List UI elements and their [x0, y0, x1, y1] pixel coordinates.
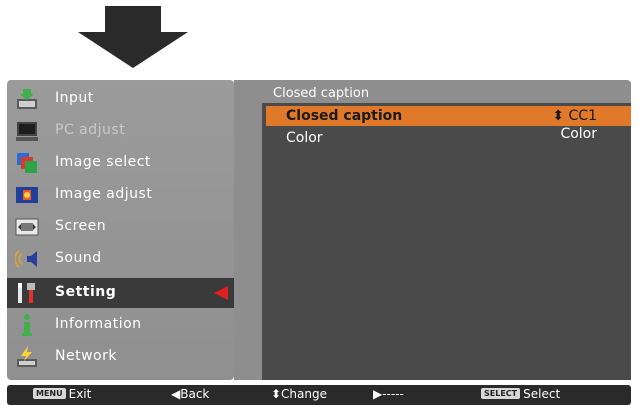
pc-adjust-icon: [16, 122, 38, 141]
menu-item-label: Sound: [55, 250, 102, 266]
menu-item-setting[interactable]: Setting: [7, 278, 234, 308]
color-label: Color: [286, 130, 323, 146]
closed-caption-row[interactable]: Closed caption ⬍ CC1: [266, 106, 631, 126]
closed-caption-value[interactable]: ⬍ CC1: [552, 108, 597, 124]
menu-item-input[interactable]: Input: [7, 84, 234, 114]
menu-item-label: Information: [55, 316, 142, 332]
up-down-arrow-icon: ⬍: [552, 108, 565, 124]
information-icon: [22, 314, 32, 336]
menu-item-label: Screen: [55, 218, 107, 234]
back-hint[interactable]: ◀Back: [171, 387, 209, 401]
menu-item-label: Image adjust: [55, 186, 153, 202]
closed-caption-label: Closed caption: [286, 108, 403, 124]
status-bar: MENU Exit ◀Back ⬍Change ▶----- SELECT Sele…: [7, 385, 631, 405]
down-arrow-icon: [78, 6, 188, 68]
selected-indicator-icon: [214, 286, 228, 300]
menu-item-label: PC adjust: [55, 122, 126, 138]
menu-item-pc-adjust[interactable]: PC adjust: [7, 116, 234, 146]
main-menu: Input PC adjust Image select Image adjus…: [7, 80, 234, 380]
image-select-icon: [17, 153, 37, 173]
next-hint: ▶-----: [373, 387, 404, 401]
color-value: Color: [560, 126, 597, 142]
color-row[interactable]: Color Color: [266, 126, 631, 148]
menu-item-information[interactable]: Information: [7, 310, 234, 340]
select-hint[interactable]: SELECT Select: [481, 387, 560, 401]
menu-key-icon: MENU: [33, 388, 66, 399]
setting-icon: [18, 283, 35, 303]
screen-icon: [15, 218, 39, 236]
menu-item-sound[interactable]: Sound: [7, 244, 234, 274]
sound-icon: [15, 250, 37, 268]
menu-item-label: Image select: [55, 154, 151, 170]
menu-item-image-select[interactable]: Image select: [7, 148, 234, 178]
menu-item-label: Setting: [55, 284, 117, 300]
network-icon: [17, 346, 37, 367]
menu-item-image-adjust[interactable]: Image adjust: [7, 180, 234, 210]
menu-item-label: Input: [55, 90, 94, 106]
menu-item-network[interactable]: Network: [7, 342, 234, 372]
exit-hint[interactable]: MENU Exit: [33, 387, 91, 401]
menu-item-screen[interactable]: Screen: [7, 212, 234, 242]
select-key-icon: SELECT: [481, 388, 521, 399]
change-hint[interactable]: ⬍Change: [271, 387, 327, 401]
input-icon: [17, 89, 37, 109]
image-adjust-icon: [16, 187, 38, 203]
submenu-title: Closed caption: [273, 86, 370, 101]
menu-item-label: Network: [55, 348, 117, 364]
submenu-tab-connector: [234, 80, 264, 380]
